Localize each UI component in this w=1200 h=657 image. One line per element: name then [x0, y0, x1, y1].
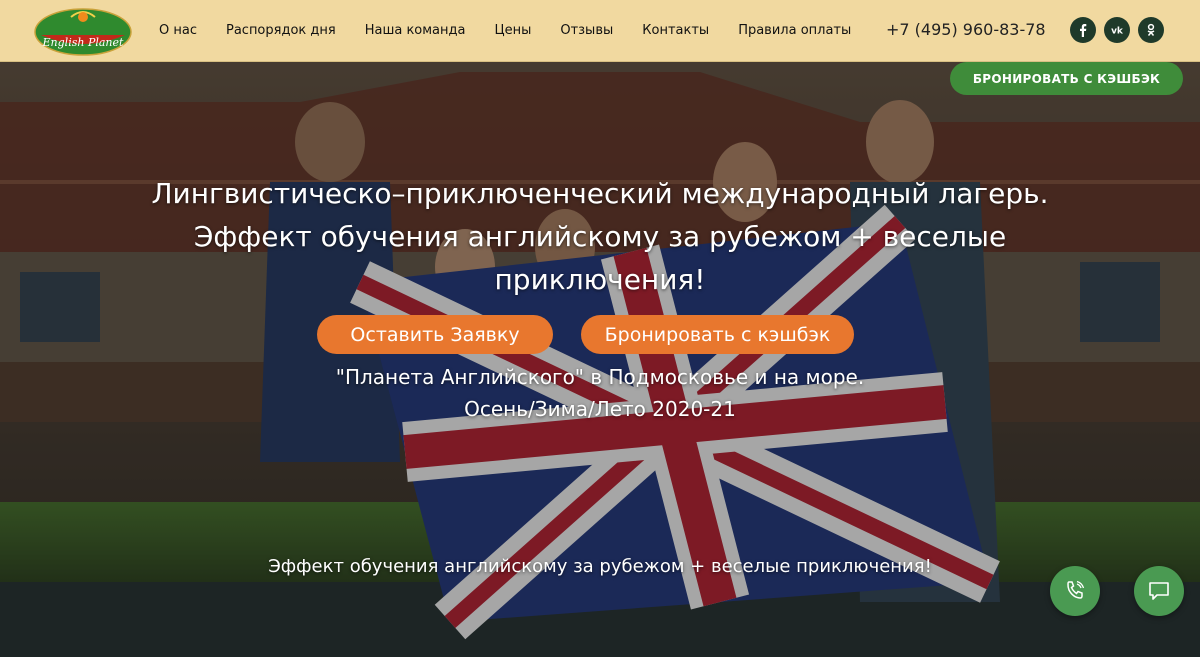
hero-subtitle: "Планета Английского" в Подмосковье и на…: [100, 361, 1100, 425]
nav-item-schedule[interactable]: Распорядок дня: [226, 23, 336, 38]
odnoklassniki-link[interactable]: [1138, 17, 1164, 43]
headline-line-3: приключения!: [494, 263, 706, 296]
headline-line-1: Лингвистическо–приключенческий междунаро…: [151, 177, 1049, 210]
nav-item-reviews[interactable]: Отзывы: [560, 23, 613, 38]
hero-tagline: Эффект обучения английскому за рубежом +…: [268, 556, 932, 577]
headline-line-2: Эффект обучения английскому за рубежом +…: [193, 220, 1007, 253]
nav-item-prices[interactable]: Цены: [494, 23, 531, 38]
nav-item-about[interactable]: О нас: [159, 23, 197, 38]
logo-text: English Planet: [42, 36, 124, 49]
leave-request-button[interactable]: Оставить Заявку: [317, 315, 553, 354]
phone-call-icon: [1067, 580, 1085, 599]
odnoklassniki-icon: [1147, 23, 1155, 36]
subtitle-line-2: Осень/Зима/Лето 2020-21: [464, 397, 736, 421]
book-cashback-top-button[interactable]: БРОНИРОВАТЬ С КЭШБЭК: [950, 62, 1183, 95]
hero-headline: Лингвистическо–приключенческий междунаро…: [100, 172, 1100, 301]
facebook-icon: [1080, 24, 1087, 37]
call-widget-button[interactable]: [1050, 566, 1100, 616]
book-cashback-button[interactable]: Бронировать с кэшбэк: [581, 315, 854, 354]
nav-item-payment-rules[interactable]: Правила оплаты: [738, 23, 851, 38]
phone-number[interactable]: +7 (495) 960-83-78: [886, 20, 1046, 39]
vk-icon: vk: [1111, 27, 1124, 37]
chat-bubble-icon: [1149, 582, 1169, 600]
logo[interactable]: English Planet: [33, 5, 133, 57]
vk-link[interactable]: vk: [1104, 17, 1130, 43]
logo-icon: English Planet: [34, 8, 132, 56]
nav-item-contacts[interactable]: Контакты: [642, 23, 709, 38]
svg-text:vk: vk: [1111, 27, 1124, 37]
main-nav: О нас Распорядок дня Наша команда Цены О…: [159, 0, 880, 61]
site-header: English Planet О нас Распорядок дня Наша…: [0, 0, 1200, 62]
facebook-link[interactable]: [1070, 17, 1096, 43]
nav-item-team[interactable]: Наша команда: [365, 23, 466, 38]
subtitle-line-1: "Планета Английского" в Подмосковье и на…: [335, 365, 865, 389]
chat-widget-button[interactable]: [1134, 566, 1184, 616]
